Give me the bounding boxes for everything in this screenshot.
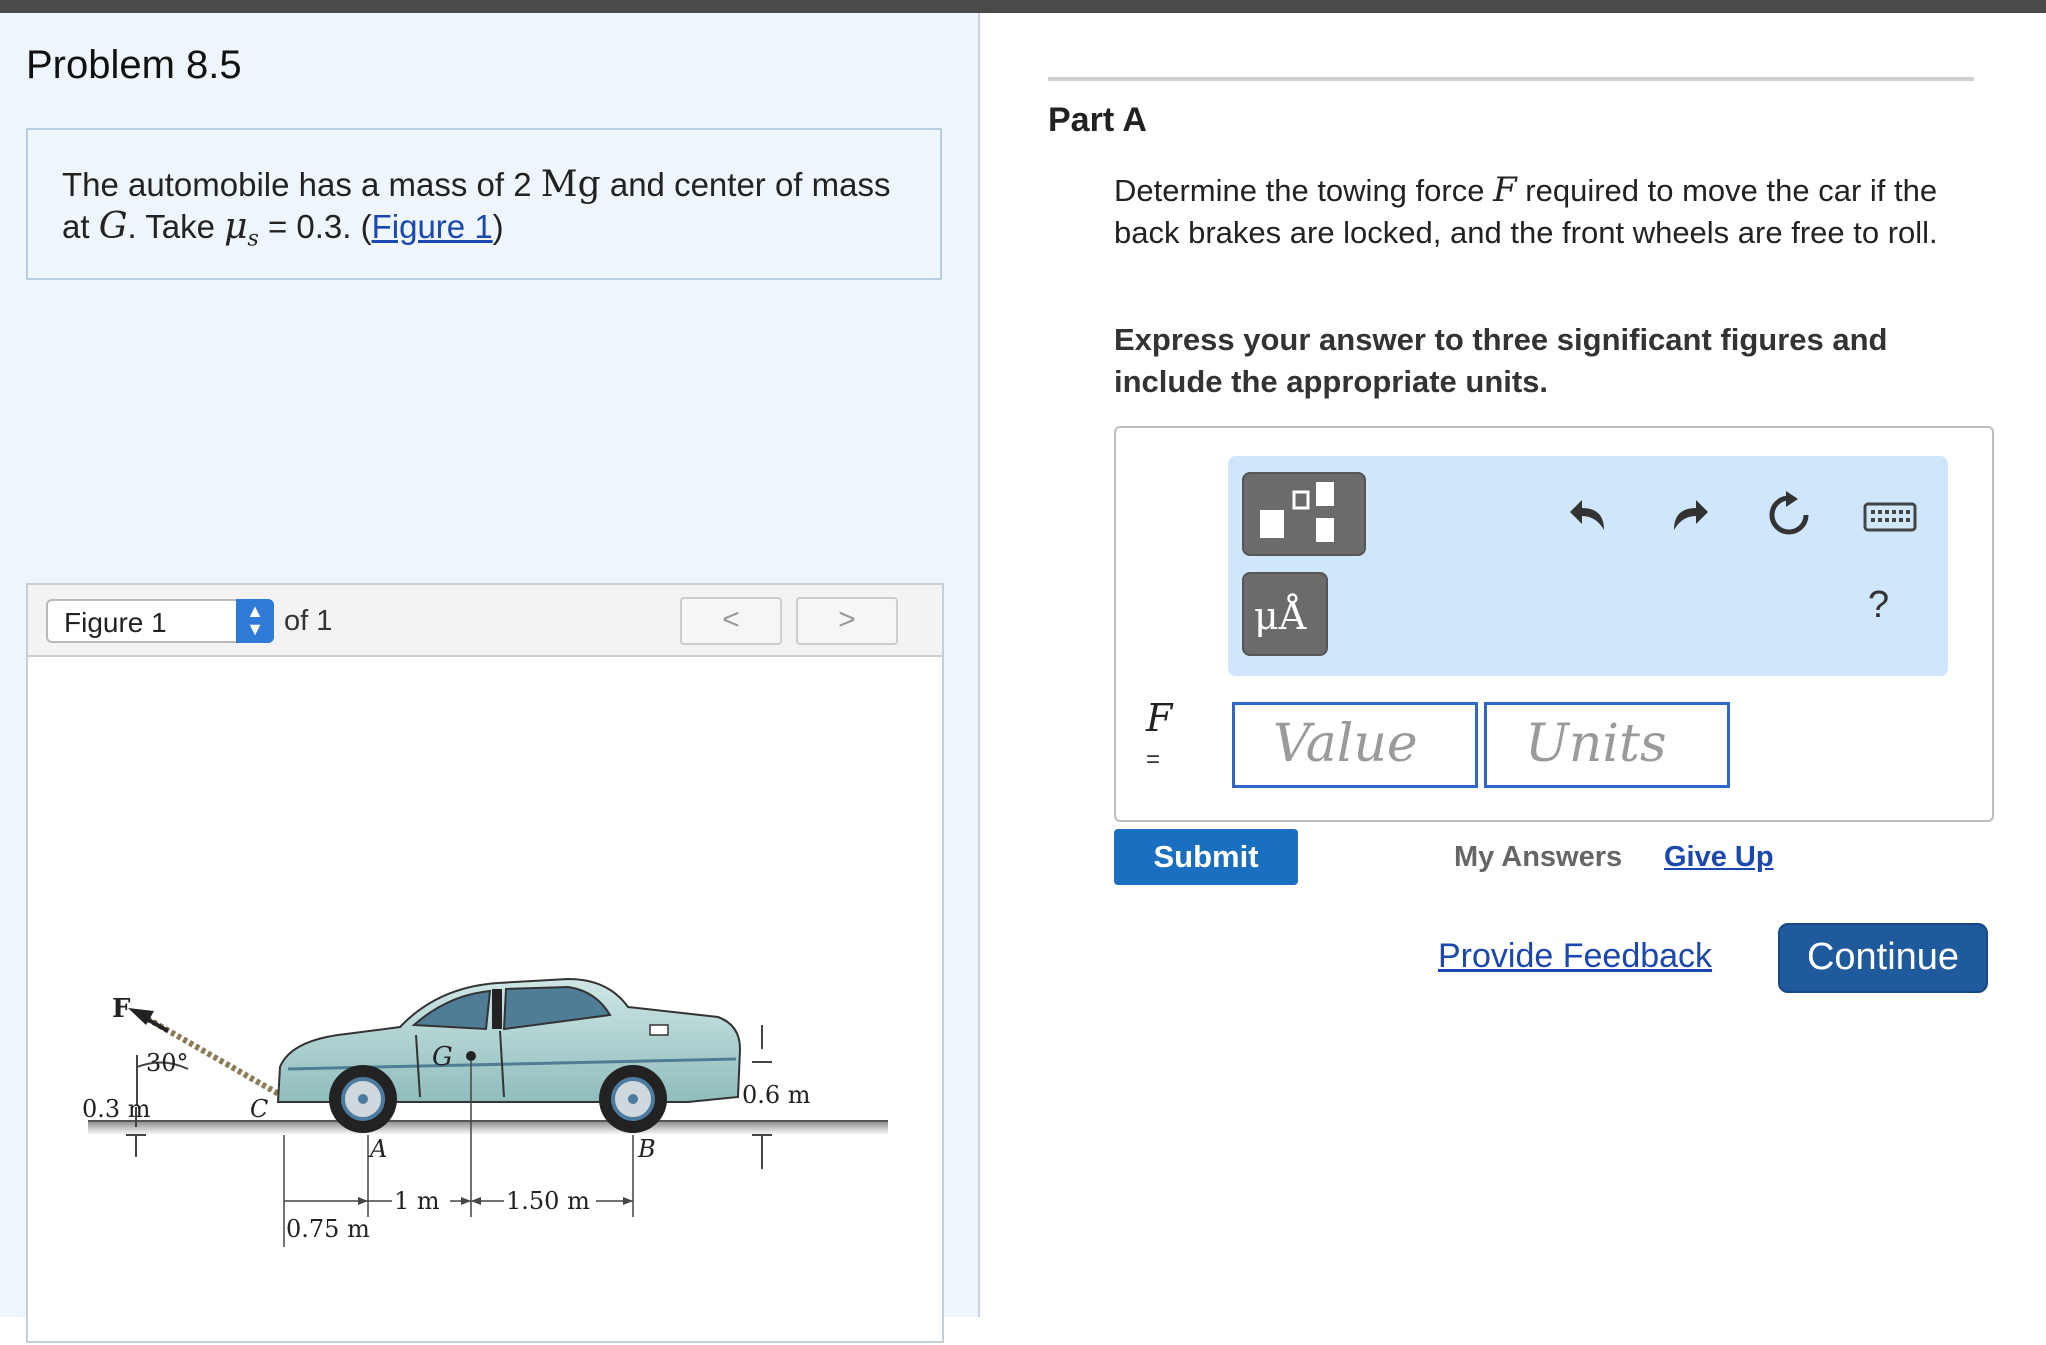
dim-150m-label: 1.50 m bbox=[506, 1187, 590, 1215]
redo-icon[interactable] bbox=[1664, 490, 1714, 540]
figure-select-value: Figure 1 bbox=[64, 607, 167, 638]
point-g-label: G bbox=[432, 1042, 453, 1072]
problem-title: Problem 8.5 bbox=[26, 43, 242, 87]
ground bbox=[88, 1121, 888, 1135]
top-bar bbox=[0, 0, 2046, 13]
question-panel: Part A Determine the towing force F requ… bbox=[980, 13, 2046, 1317]
undo-icon[interactable] bbox=[1564, 490, 1614, 540]
answer-variable: F bbox=[1146, 696, 1173, 740]
center-of-mass-point bbox=[466, 1051, 476, 1061]
angle-label: 30° bbox=[146, 1049, 189, 1077]
prev-figure-button[interactable]: < bbox=[680, 597, 782, 645]
problem-panel: Problem 8.5 The automobile has a mass of… bbox=[0, 13, 980, 1343]
figure-toolbar: Figure 1 ▲ ▼ of 1 < > bbox=[28, 585, 942, 657]
problem-statement: The automobile has a mass of 2 Mg and ce… bbox=[26, 128, 942, 280]
units-input[interactable]: Units bbox=[1484, 702, 1730, 788]
statement-text: The automobile has a mass of 2 bbox=[62, 166, 541, 203]
figure-select[interactable]: Figure 1 ▲ ▼ bbox=[46, 599, 274, 643]
statement-text: = 0.3. ( bbox=[258, 208, 372, 245]
answer-equals: = bbox=[1146, 746, 1161, 773]
my-answers-link[interactable]: My Answers bbox=[1454, 841, 1622, 874]
point-a-label: A bbox=[368, 1135, 387, 1163]
value-input[interactable]: Value bbox=[1232, 702, 1478, 788]
dim-1m-label: 1 m bbox=[394, 1187, 440, 1215]
keyboard-icon[interactable] bbox=[1862, 492, 1918, 542]
cg-height-label: 0.6 m bbox=[742, 1081, 811, 1109]
figure-viewer: Figure 1 ▲ ▼ of 1 < > F 30° 0.3 m C G 0.… bbox=[26, 583, 944, 1343]
provide-feedback-link[interactable]: Provide Feedback bbox=[1438, 937, 1712, 976]
force-variable: F bbox=[1493, 170, 1517, 210]
force-label: F bbox=[112, 994, 131, 1024]
mu-subscript: s bbox=[247, 226, 259, 252]
dim-075m-label: 0.75 m bbox=[286, 1215, 370, 1243]
rear-wheel bbox=[599, 1065, 667, 1133]
statement-text: ) bbox=[492, 208, 504, 245]
reset-icon[interactable] bbox=[1764, 490, 1814, 540]
statement-text: . Take bbox=[127, 208, 225, 245]
math-toolbar: μÅ ? bbox=[1228, 456, 1948, 676]
center-of-mass-symbol: G bbox=[98, 206, 128, 247]
templates-icon bbox=[1260, 482, 1334, 542]
select-arrows-icon: ▲ ▼ bbox=[236, 599, 274, 643]
question-text: Determine the towing force F required to… bbox=[1114, 169, 1994, 254]
templates-button[interactable] bbox=[1242, 472, 1366, 556]
mu-symbol: μ bbox=[224, 206, 248, 247]
answer-instructions: Express your answer to three significant… bbox=[1114, 322, 1888, 399]
car-figure: F 30° 0.3 m C G 0.6 m A B 1 m 1.50 m 0.7… bbox=[82, 977, 888, 1247]
next-figure-button[interactable]: > bbox=[796, 597, 898, 645]
divider bbox=[1048, 77, 1974, 81]
hitch-height-label: 0.3 m bbox=[82, 1095, 151, 1123]
point-b-label: B bbox=[637, 1135, 656, 1163]
figure-count: of 1 bbox=[284, 605, 333, 637]
part-title: Part A bbox=[1048, 101, 1147, 139]
continue-button[interactable]: Continue bbox=[1778, 923, 1988, 993]
give-up-link[interactable]: Give Up bbox=[1664, 841, 1774, 874]
mass-unit: Mg bbox=[540, 164, 601, 205]
question-part: Determine the towing force bbox=[1114, 173, 1494, 208]
point-c-label: C bbox=[250, 1095, 268, 1123]
submit-button[interactable]: Submit bbox=[1114, 829, 1298, 885]
help-button[interactable]: ? bbox=[1868, 584, 1889, 627]
units-button-label: μÅ bbox=[1254, 594, 1307, 638]
units-button[interactable]: μÅ bbox=[1242, 572, 1328, 656]
front-wheel bbox=[329, 1065, 397, 1133]
answer-box: μÅ ? F = Value Units bbox=[1114, 426, 1994, 822]
figure-link[interactable]: Figure 1 bbox=[372, 208, 493, 245]
